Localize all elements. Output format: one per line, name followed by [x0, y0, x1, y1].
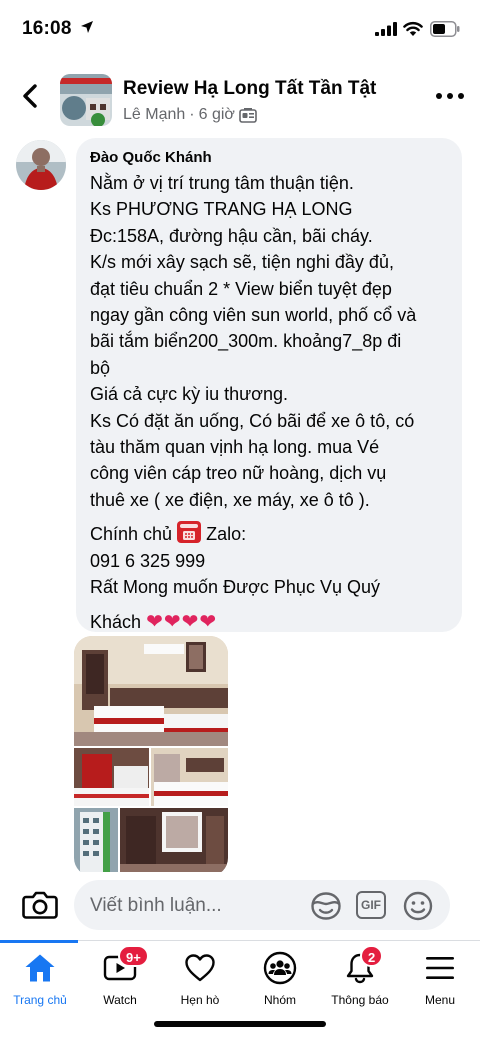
nav-label: Trang chủ: [13, 993, 67, 1007]
post-meta: Lê Mạnh · 6 giờ: [123, 106, 257, 124]
more-dot: [447, 93, 453, 99]
comment-line: bộ: [90, 357, 111, 378]
meta-separator: ·: [189, 106, 195, 123]
nav-label: Nhóm: [263, 993, 296, 1007]
hotel-photos: [74, 636, 228, 876]
comment-line: Đc:158A, đường hậu cần, bãi cháy.: [90, 225, 373, 246]
active-tab-indicator: [0, 940, 78, 943]
comment-line: ngay gần công viên sun world, phố cổ và: [90, 305, 417, 326]
nav-dating[interactable]: Hẹn hò: [160, 949, 240, 1013]
dating-heart-icon: [160, 949, 240, 987]
nav-groups[interactable]: Nhóm: [240, 949, 320, 1013]
contact-line: Chính chủ Zalo:: [90, 521, 452, 547]
nav-watch[interactable]: 9+ Watch: [80, 945, 160, 1013]
post-author[interactable]: Lê Mạnh: [123, 106, 185, 124]
comment-placeholder: Viết bình luận...: [90, 895, 222, 916]
wifi-icon: [403, 21, 423, 41]
more-dot: [436, 93, 442, 99]
comment-line: Nằm ở vị trí trung tâm thuận tiện.: [90, 173, 354, 193]
phone-number[interactable]: 091 6 325 999: [90, 548, 452, 574]
comment-line: Ks PHƯƠNG TRANG HẠ LONG: [90, 199, 353, 220]
post-header: Review Hạ Long Tất Tần Tật Lê Mạnh · 6 g…: [0, 64, 480, 128]
more-options-button[interactable]: [436, 86, 464, 106]
post-time[interactable]: 6 giờ: [199, 106, 235, 124]
watch-icon: 9+: [80, 945, 160, 987]
home-icon: [0, 949, 80, 987]
back-button[interactable]: [16, 82, 44, 110]
comment-composer: Viết bình luận... GIF: [0, 872, 480, 940]
comment-line: đạt tiêu chuẩn 2 * View biển tuyệt đẹp: [90, 278, 392, 299]
groups-icon: [240, 949, 320, 987]
battery-icon: [430, 21, 460, 42]
group-title[interactable]: Review Hạ Long Tất Tần Tật: [123, 78, 376, 100]
hamburger-menu-icon: [400, 949, 480, 987]
cellular-signal-icon: [375, 22, 397, 41]
comment-bubble[interactable]: Đào Quốc Khánh Nằm ở vị trí trung tâm th…: [76, 138, 462, 635]
home-indicator[interactable]: [154, 1021, 326, 1027]
notification-badge: 2: [360, 945, 384, 967]
nav-menu[interactable]: Menu: [400, 949, 480, 1013]
emoji-icon[interactable]: [402, 890, 434, 927]
comment-line: Giá cả cực kỳ iu thương.: [90, 384, 288, 405]
watch-badge: 9+: [118, 945, 149, 967]
comment-word: Khách: [90, 611, 142, 632]
bell-icon: 2: [320, 945, 400, 987]
gif-button[interactable]: GIF: [356, 891, 386, 919]
group-members-icon: [239, 108, 257, 123]
nav-notifications[interactable]: 2 Thông báo: [320, 945, 400, 1013]
more-dot: [458, 93, 464, 99]
status-time: 16:08: [22, 18, 72, 39]
comment-line: tàu thăm quan vịnh hạ long. mua Vé: [90, 437, 380, 458]
nav-home[interactable]: Trang chủ: [0, 949, 80, 1013]
comment-line: K/s mới xây sạch sẽ, tiện nghi đầy đủ,: [90, 252, 394, 273]
comment-line: bãi tắm biển200_300m. khoảng7_8p đi: [90, 331, 402, 352]
heart-emoji-icon: ❤❤❤❤: [146, 610, 218, 633]
nav-label: Menu: [424, 993, 456, 1007]
comment-input[interactable]: Viết bình luận... GIF: [74, 880, 450, 930]
commenter-avatar[interactable]: [16, 140, 66, 190]
comment-line: công viên cáp treo nữ hoàng, dịch vụ: [90, 463, 387, 484]
group-avatar[interactable]: [60, 74, 112, 126]
camera-icon[interactable]: [22, 890, 58, 925]
comment-line: Rất Mong muốn Được Phục Vụ Quý: [90, 577, 380, 598]
sticker-icon[interactable]: [310, 891, 342, 926]
location-arrow-icon: [80, 20, 94, 39]
closing-line: Khách ❤❤❤❤: [90, 609, 452, 635]
nav-label: Thông báo: [331, 993, 389, 1007]
status-bar: 16:08: [0, 0, 480, 58]
comment-line: thuê xe ( xe điện, xe máy, xe ô tô ).: [90, 489, 370, 510]
nav-label: Watch: [103, 993, 137, 1007]
chevron-left-icon: [23, 84, 37, 108]
photo-collage[interactable]: [74, 636, 228, 876]
commenter-name[interactable]: Đào Quốc Khánh: [90, 148, 452, 170]
contact-prefix: Chính chủ: [90, 524, 173, 545]
nav-label: Hẹn hò: [180, 993, 220, 1007]
comment-line: Ks Có đặt ăn uống, Có bãi để xe ô tô, có: [90, 410, 415, 431]
telephone-emoji-icon: [177, 521, 202, 544]
contact-suffix: Zalo:: [206, 524, 247, 545]
